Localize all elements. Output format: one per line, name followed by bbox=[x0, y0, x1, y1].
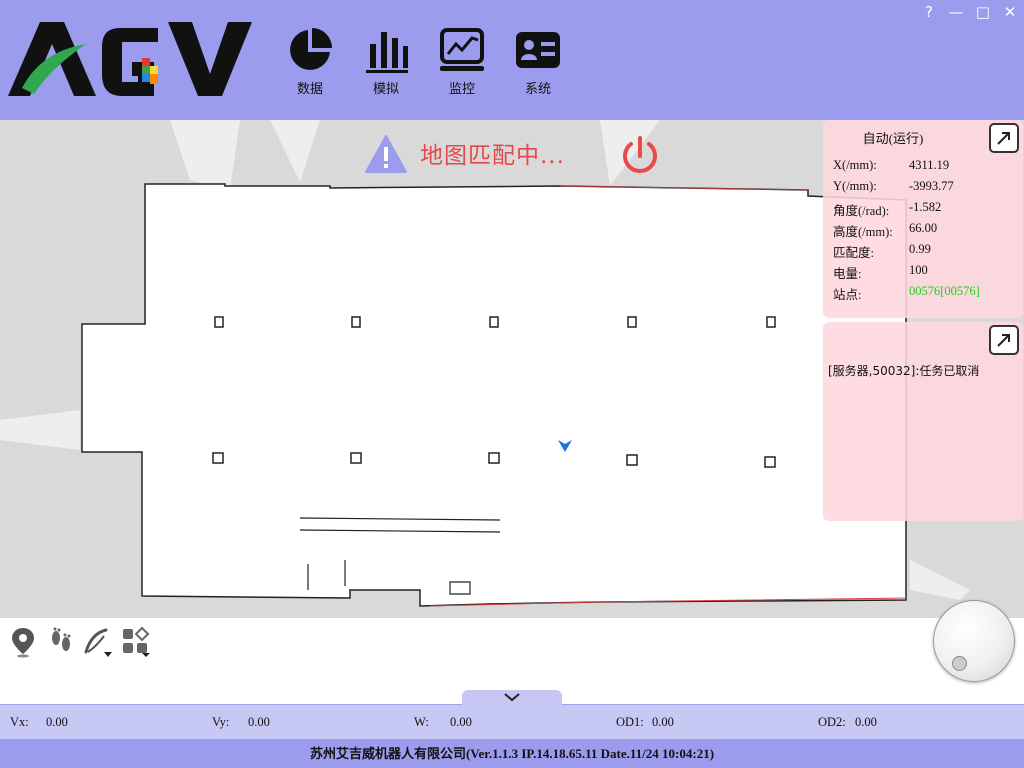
nav-monitor-button[interactable]: 监控 bbox=[432, 26, 492, 97]
line-chart-icon bbox=[440, 28, 484, 71]
w-value: 0.00 bbox=[450, 715, 472, 729]
expand-info-button[interactable] bbox=[989, 123, 1019, 153]
minimize-button[interactable]: — bbox=[944, 2, 968, 22]
info-label: 角度(/rad): bbox=[833, 204, 890, 218]
w-label: W: bbox=[414, 715, 429, 729]
info-label: 站点: bbox=[833, 288, 862, 302]
od2-value: 0.00 bbox=[855, 715, 877, 729]
map-status-banner: 地图匹配中... bbox=[362, 130, 662, 178]
message-panel: [服务器,50032]:任务已取消 bbox=[823, 322, 1023, 521]
vy-value: 0.00 bbox=[248, 715, 270, 729]
info-label: 匹配度: bbox=[833, 246, 874, 260]
footprints-button[interactable] bbox=[46, 626, 76, 658]
nav-data-label: 数据 bbox=[296, 82, 323, 97]
id-card-icon bbox=[516, 32, 560, 68]
nav-system-label: 系统 bbox=[524, 82, 551, 97]
info-value: 100 bbox=[909, 263, 928, 277]
od2-label: OD2: bbox=[818, 715, 846, 729]
shapes-button[interactable] bbox=[120, 626, 150, 658]
power-icon[interactable] bbox=[618, 134, 662, 178]
help-button[interactable]: ? bbox=[917, 2, 941, 22]
message-text: [服务器,50032]:任务已取消 bbox=[828, 364, 980, 378]
nav-data-button[interactable]: 数据 bbox=[280, 26, 340, 97]
bar-chart-icon bbox=[366, 32, 408, 73]
od1-label: OD1: bbox=[616, 715, 644, 729]
mode-title: 自动(运行) bbox=[862, 131, 924, 146]
expand-message-button[interactable] bbox=[989, 325, 1019, 355]
close-button[interactable]: ✕ bbox=[998, 2, 1022, 22]
info-label: 高度(/mm): bbox=[833, 225, 893, 239]
warning-icon bbox=[365, 135, 407, 173]
expand-arrow-icon bbox=[997, 334, 1010, 347]
header-bar: 数据 模拟 监控 系统 ? — □ ✕ bbox=[0, 0, 1024, 120]
shapes-icon bbox=[123, 626, 150, 657]
od1-value: 0.00 bbox=[652, 715, 674, 729]
vx-value: 0.00 bbox=[46, 715, 68, 729]
map-status-text: 地图匹配中... bbox=[420, 143, 565, 169]
maximize-button[interactable]: □ bbox=[971, 2, 995, 22]
vy-label: Vy: bbox=[212, 715, 230, 729]
nav-simulate-button[interactable]: 模拟 bbox=[356, 26, 416, 97]
nav-monitor-label: 监控 bbox=[448, 82, 475, 97]
joystick-knob[interactable] bbox=[952, 656, 967, 671]
info-value: -3993.77 bbox=[909, 179, 954, 193]
velocity-status-bar: Vx: 0.00 Vy: 0.00 W: 0.00 OD1: 0.00 OD2:… bbox=[0, 705, 1024, 739]
info-value: 0.99 bbox=[909, 242, 931, 256]
footprints-icon bbox=[52, 627, 71, 651]
joystick[interactable] bbox=[933, 600, 1015, 682]
location-pin-icon bbox=[12, 628, 34, 658]
location-pin-button[interactable] bbox=[8, 626, 38, 658]
info-label: 电量: bbox=[833, 267, 862, 281]
info-label: Y(/mm): bbox=[833, 179, 877, 193]
footer-info: 苏州艾吉威机器人有限公司(Ver.1.1.3 IP.14.18.65.11 Da… bbox=[0, 739, 1024, 768]
draw-path-button[interactable] bbox=[82, 626, 112, 658]
pie-chart-icon bbox=[290, 28, 332, 70]
nav-system-button[interactable]: 系统 bbox=[508, 26, 568, 97]
agv-logo bbox=[8, 22, 252, 96]
nav-simulate-label: 模拟 bbox=[372, 82, 399, 97]
info-label: X(/mm): bbox=[833, 158, 877, 172]
vx-label: Vx: bbox=[10, 715, 29, 729]
station-value: 00576[00576] bbox=[909, 284, 980, 298]
expand-arrow-icon bbox=[997, 132, 1010, 145]
robot-info-panel: 自动(运行) X(/mm): 4311.19 Y(/mm): -3993.77 … bbox=[823, 120, 1023, 318]
info-value: 66.00 bbox=[909, 221, 938, 235]
info-value: -1.582 bbox=[909, 200, 942, 214]
pen-path-icon bbox=[84, 628, 112, 657]
info-value: 4311.19 bbox=[909, 158, 950, 172]
